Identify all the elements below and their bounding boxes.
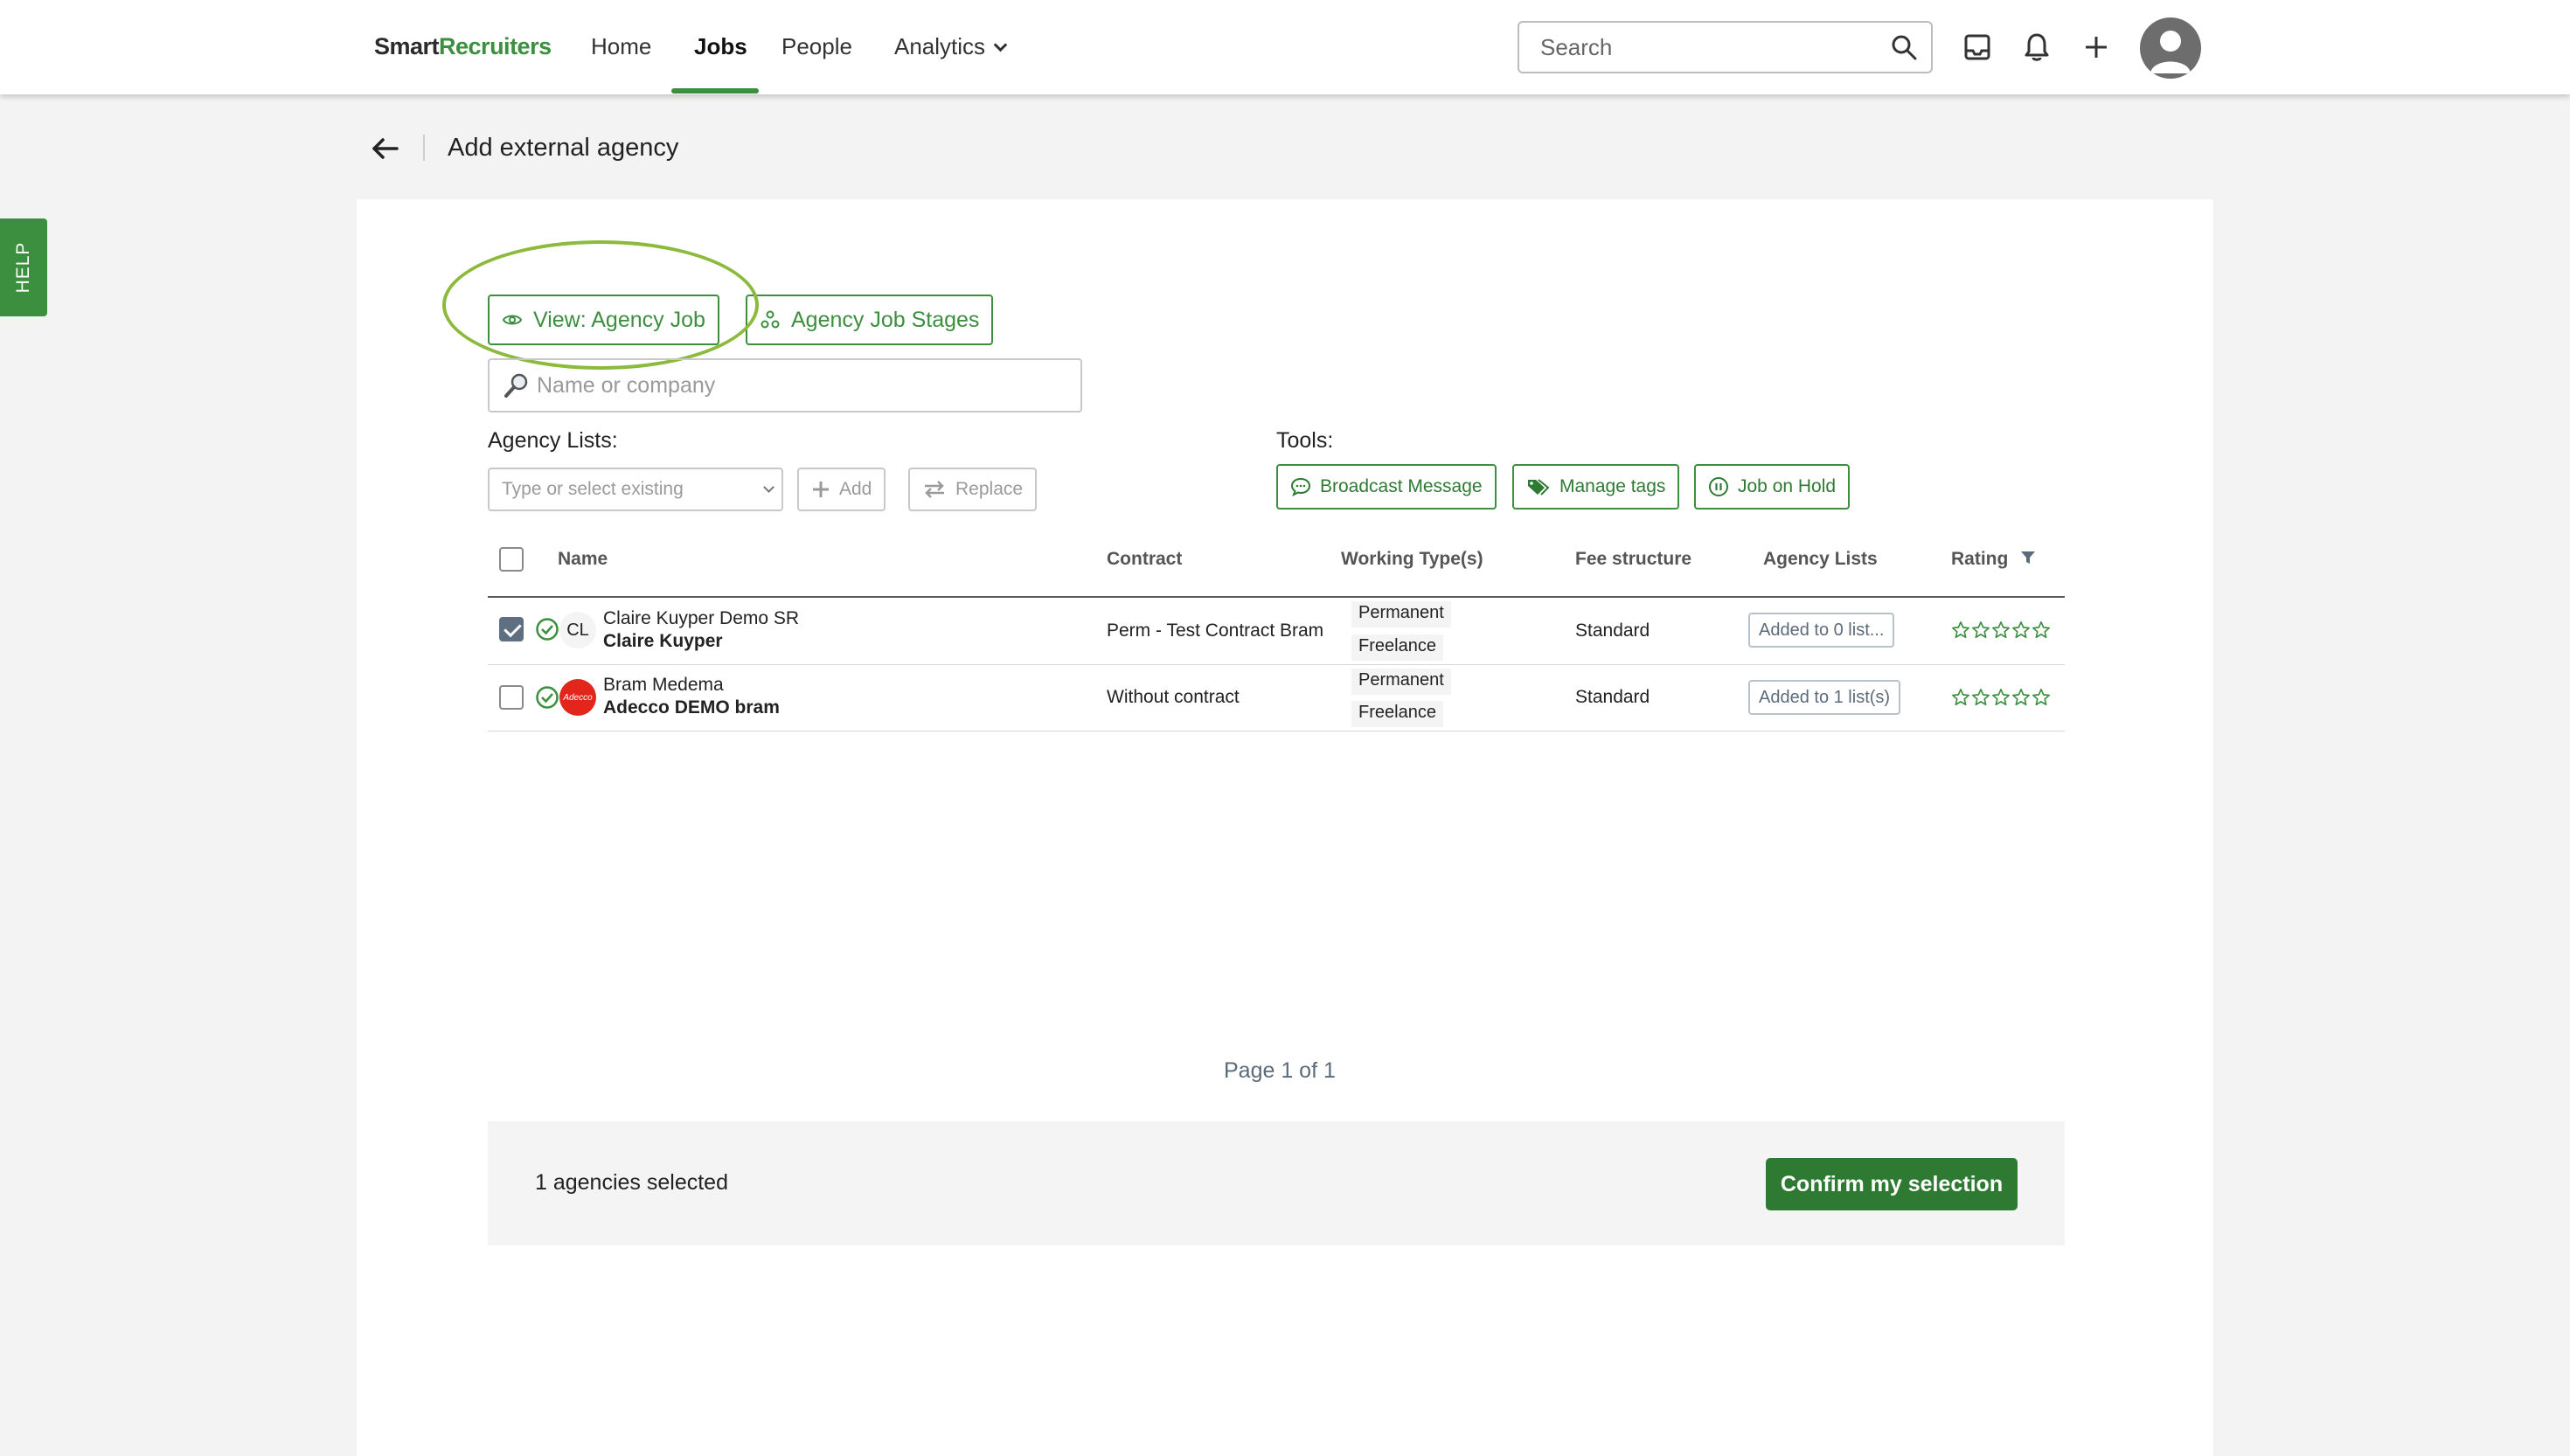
pagination-label: Page 1 of 1 xyxy=(1224,1058,1336,1083)
user-silhouette-icon xyxy=(2150,31,2191,73)
plus-icon xyxy=(813,482,829,497)
star-icon[interactable] xyxy=(1951,688,1970,707)
column-header-contract[interactable]: Contract xyxy=(1107,549,1182,570)
star-icon[interactable] xyxy=(1991,688,2011,707)
bell-icon[interactable] xyxy=(2019,30,2054,65)
agency-list-select-placeholder: Type or select existing xyxy=(502,479,684,499)
pause-circle-icon xyxy=(1709,477,1728,496)
stages-icon xyxy=(761,310,780,329)
star-icon[interactable] xyxy=(2032,688,2051,707)
agency-lists-button[interactable]: Added to 1 list(s) xyxy=(1748,680,1901,715)
manage-tags-label: Manage tags xyxy=(1559,476,1666,496)
job-on-hold-button[interactable]: Job on Hold xyxy=(1694,464,1851,510)
manage-tags-button[interactable]: Manage tags xyxy=(1512,464,1680,510)
nav-home[interactable]: Home xyxy=(591,33,651,60)
page-title: Add external agency xyxy=(448,134,679,162)
chevron-down-icon xyxy=(763,482,774,493)
header-divider xyxy=(423,135,425,161)
agency-company: Bram Medema xyxy=(603,675,724,695)
check-circle-icon xyxy=(536,618,559,641)
chat-bubble-icon xyxy=(1290,477,1311,496)
star-icon[interactable] xyxy=(1971,688,1990,707)
add-to-list-button[interactable]: Add xyxy=(797,468,886,511)
star-icon[interactable] xyxy=(2011,621,2031,640)
agency-lists-label: Agency Lists: xyxy=(488,428,618,453)
working-type-tag: Permanent xyxy=(1351,601,1451,627)
column-header-agency-lists[interactable]: Agency Lists xyxy=(1763,549,1878,570)
help-tab-label: HELP xyxy=(13,241,33,294)
nav-analytics-label: Analytics xyxy=(894,33,986,59)
eye-icon xyxy=(502,315,523,325)
inbox-icon[interactable] xyxy=(1960,30,1995,65)
row-checkbox[interactable] xyxy=(499,617,524,641)
view-agency-job-button[interactable]: View: Agency Job xyxy=(488,295,719,345)
rating-stars[interactable] xyxy=(1951,621,2051,640)
table-header-rule xyxy=(488,596,2065,598)
name-company-search xyxy=(488,358,1082,413)
back-arrow-icon[interactable] xyxy=(367,133,402,164)
column-header-name[interactable]: Name xyxy=(558,549,608,570)
star-icon[interactable] xyxy=(1951,621,1970,640)
column-header-rating[interactable]: Rating xyxy=(1951,549,2036,570)
adecco-logo: Adecco xyxy=(559,679,596,716)
filter-icon[interactable] xyxy=(2020,551,2036,565)
tags-icon xyxy=(1528,479,1550,496)
chevron-down-icon xyxy=(993,38,1008,52)
nav-people[interactable]: People xyxy=(781,33,852,60)
working-type-tag: Freelance xyxy=(1351,701,1443,727)
row-checkbox[interactable] xyxy=(499,685,524,710)
active-tab-indicator xyxy=(671,88,759,94)
column-header-working-types[interactable]: Working Type(s) xyxy=(1341,549,1483,570)
working-type-tag: Permanent xyxy=(1351,669,1451,695)
help-tab[interactable]: HELP xyxy=(0,218,47,316)
agency-job-stages-label: Agency Job Stages xyxy=(791,307,980,332)
contract-value: Without contract xyxy=(1107,687,1240,707)
agency-contact: Adecco DEMO bram xyxy=(603,697,780,718)
replace-label: Replace xyxy=(955,479,1024,499)
tools-label: Tools: xyxy=(1276,428,1334,453)
rating-header-label: Rating xyxy=(1951,549,2009,569)
agency-contact: Claire Kuyper xyxy=(603,631,723,651)
working-type-tag: Freelance xyxy=(1351,634,1443,661)
swap-icon xyxy=(925,481,944,498)
agency-list-select[interactable]: Type or select existing xyxy=(488,468,783,511)
selection-footer: 1 agencies selected Confirm my selection xyxy=(488,1121,2065,1245)
top-nav: SmartRecruiters Home Jobs People Analyti… xyxy=(0,0,2570,94)
nav-analytics[interactable]: Analytics xyxy=(894,33,1008,60)
select-all-checkbox[interactable] xyxy=(499,547,524,572)
row-divider xyxy=(488,664,2065,665)
broadcast-message-button[interactable]: Broadcast Message xyxy=(1276,464,1497,510)
check-circle-icon xyxy=(536,686,559,709)
confirm-selection-button[interactable]: Confirm my selection xyxy=(1766,1158,2018,1210)
view-agency-job-label: View: Agency Job xyxy=(533,307,705,332)
selected-count: 1 agencies selected xyxy=(535,1170,728,1195)
column-header-fee-structure[interactable]: Fee structure xyxy=(1575,549,1691,570)
rating-stars[interactable] xyxy=(1951,688,2051,707)
avatar[interactable] xyxy=(2140,17,2201,79)
agency-initials-avatar: CL xyxy=(559,612,596,648)
agency-lists-button[interactable]: Added to 0 list... xyxy=(1748,613,1895,648)
global-search-input[interactable] xyxy=(1518,21,1933,73)
contract-value: Perm - Test Contract Bram xyxy=(1107,621,1324,641)
add-label: Add xyxy=(839,479,872,499)
magnifier-icon xyxy=(504,373,528,398)
replace-list-button[interactable]: Replace xyxy=(908,468,1038,511)
search-icon[interactable] xyxy=(1890,33,1918,61)
agency-company: Claire Kuyper Demo SR xyxy=(603,608,800,628)
broadcast-message-label: Broadcast Message xyxy=(1320,476,1483,496)
smartrecruiters-logo[interactable]: SmartRecruiters xyxy=(374,33,552,60)
name-company-input[interactable] xyxy=(537,360,1070,411)
job-on-hold-label: Job on Hold xyxy=(1738,476,1837,496)
fee-structure-value: Standard xyxy=(1575,687,1650,707)
plus-icon[interactable] xyxy=(2079,30,2114,65)
star-icon[interactable] xyxy=(2011,688,2031,707)
star-icon[interactable] xyxy=(1971,621,1990,640)
agency-job-stages-button[interactable]: Agency Job Stages xyxy=(746,295,994,345)
nav-jobs[interactable]: Jobs xyxy=(694,33,747,60)
star-icon[interactable] xyxy=(1991,621,2011,640)
fee-structure-value: Standard xyxy=(1575,621,1650,641)
star-icon[interactable] xyxy=(2032,621,2051,640)
